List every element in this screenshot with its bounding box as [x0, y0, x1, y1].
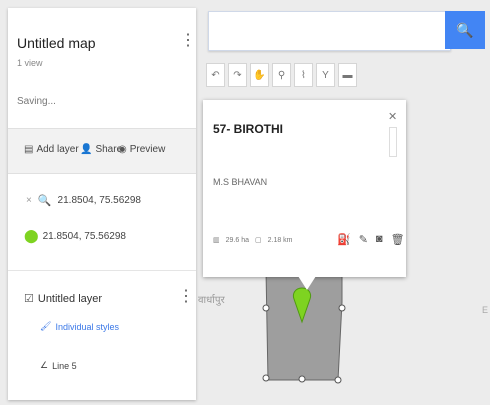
popup-scrollbar[interactable] — [389, 127, 397, 157]
add-layer-button[interactable]: ▤ Add layer — [24, 144, 79, 155]
map-place-label: वार्धापुर — [198, 295, 225, 306]
line-feature-item[interactable]: ∠ Line 5 — [40, 360, 77, 371]
search-icon: 🔍 — [37, 195, 52, 207]
feature-info-popup: 57- BIROTHI ✕ M.S BHAVAN ▥ 29.6 ha ▢ 2.1… — [203, 100, 406, 277]
pin-feature-row[interactable]: ⬤ 21.8504, 75.56298 — [24, 228, 126, 244]
area-icon: ▥ — [213, 237, 220, 244]
perimeter-icon: ▢ — [254, 237, 262, 244]
perimeter-value: 2.18 km — [267, 236, 293, 244]
ruler-icon[interactable]: ▬ — [338, 63, 357, 87]
search-result-text: 21.8504, 75.56298 — [57, 195, 141, 206]
line-feature-label: Line 5 — [52, 360, 77, 371]
paint-roller-icon: 🖌 — [40, 321, 52, 331]
save-status: Saving... — [17, 96, 56, 107]
close-icon[interactable]: ✕ — [388, 110, 397, 123]
search-button[interactable]: 🔍 — [445, 11, 485, 49]
add-layer-label: Add layer — [36, 144, 79, 155]
search-result-row[interactable]: × 🔍 21.8504, 75.56298 — [26, 194, 141, 207]
map-view-count: 1 view — [17, 58, 43, 68]
map-edge-label: E — [482, 305, 489, 315]
camera-icon[interactable]: ◙ — [376, 233, 383, 246]
layer-style-label: Individual styles — [55, 321, 119, 332]
polygon-vertex — [262, 304, 270, 312]
preview-button[interactable]: ◉ Preview — [118, 144, 165, 155]
close-icon[interactable]: × — [26, 195, 32, 206]
redo-icon[interactable]: ↷ — [228, 63, 247, 87]
map-toolbar: ↶ ↷ ✋ ⚲ ⌇ Y ▬ — [206, 63, 357, 87]
polygon-vertex — [298, 375, 306, 383]
search-icon: 🔍 — [456, 21, 474, 38]
add-person-icon: 👤 — [80, 144, 93, 155]
checkbox-icon[interactable]: ☑ — [24, 292, 34, 305]
area-value: 29.6 ha — [225, 236, 249, 244]
polygon-vertex — [338, 304, 346, 312]
eye-icon: ◉ — [118, 144, 127, 155]
marker-icon[interactable]: ⚲ — [272, 63, 291, 87]
search-input[interactable] — [208, 11, 451, 51]
preview-label: Preview — [129, 144, 166, 155]
popup-tail — [298, 276, 316, 290]
directions-icon[interactable]: Y — [316, 63, 335, 87]
line-icon: ∠ — [40, 360, 49, 370]
pin-coords-text: 21.8504, 75.56298 — [42, 230, 126, 242]
map-options-kebab-icon[interactable]: ⋮ — [180, 33, 196, 49]
hand-icon[interactable]: ✋ — [250, 63, 269, 87]
green-pin-icon: ⬤ — [24, 228, 39, 243]
polygon-vertex — [262, 374, 270, 382]
map-title[interactable]: Untitled map — [17, 35, 96, 51]
popup-description: M.S BHAVAN — [213, 177, 268, 187]
undo-icon[interactable]: ↶ — [206, 63, 225, 87]
share-button[interactable]: 👤 Share — [80, 144, 122, 155]
paint-bucket-icon[interactable]: ⛽ — [337, 233, 351, 246]
add-layer-icon: ▤ — [24, 144, 34, 155]
layer-name[interactable]: Untitled layer — [38, 293, 102, 305]
divider — [8, 270, 196, 271]
polygon-vertex — [334, 376, 342, 384]
popup-measurements: ▥ 29.6 ha ▢ 2.18 km — [213, 236, 293, 245]
layer-row[interactable]: ☑ Untitled layer — [24, 292, 102, 306]
individual-styles-link[interactable]: 🖌 Individual styles — [40, 321, 119, 332]
trash-icon[interactable]: 🗑 — [391, 233, 405, 246]
popup-title: 57- BIROTHI — [213, 122, 284, 136]
pencil-icon[interactable]: ✎ — [359, 233, 368, 246]
draw-line-icon[interactable]: ⌇ — [294, 63, 313, 87]
popup-actions: ⛽ ✎ ◙ 🗑 — [337, 233, 405, 246]
layer-options-kebab-icon[interactable]: ⋮ — [178, 289, 194, 305]
